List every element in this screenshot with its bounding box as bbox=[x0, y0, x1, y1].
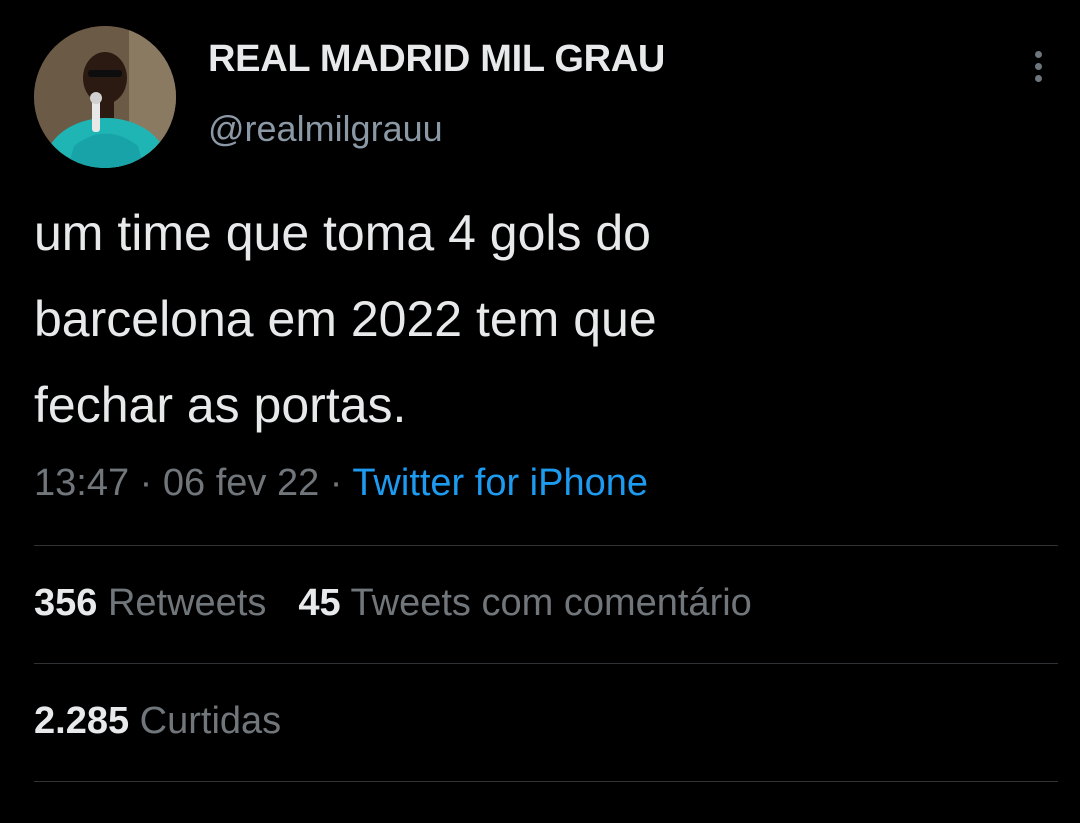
author-avatar[interactable] bbox=[34, 26, 176, 168]
tweet-text-line: fechar as portas. bbox=[34, 377, 407, 433]
tweet-text-line: barcelona em 2022 tem que bbox=[34, 291, 657, 347]
engagement-row: 356 Retweets 45 Tweets com comentário bbox=[34, 582, 752, 625]
dot bbox=[1034, 62, 1042, 70]
quotes-count: 45 bbox=[298, 582, 341, 624]
tweet-source-link[interactable]: Twitter for iPhone bbox=[352, 462, 648, 504]
dot bbox=[1034, 74, 1042, 82]
likes-count: 2.285 bbox=[34, 700, 130, 742]
divider bbox=[34, 545, 1058, 546]
author-handle[interactable]: @realmilgrauu bbox=[208, 108, 443, 150]
retweets-count: 356 bbox=[34, 582, 98, 624]
avatar-image bbox=[34, 26, 176, 168]
dot bbox=[1034, 50, 1042, 58]
likes-row: 2.285 Curtidas bbox=[34, 700, 281, 743]
likes-label: Curtidas bbox=[139, 700, 282, 742]
quote-tweets-stat[interactable]: 45 Tweets com comentário bbox=[298, 582, 751, 624]
separator: · bbox=[139, 462, 153, 504]
quotes-label: Tweets com comentário bbox=[350, 582, 752, 624]
tweet-text-line: um time que toma 4 gols do bbox=[34, 205, 651, 261]
likes-stat[interactable]: 2.285 Curtidas bbox=[34, 700, 281, 742]
divider bbox=[34, 781, 1058, 782]
tweet-metadata: 13:47 · 06 fev 22 · Twitter for iPhone bbox=[34, 462, 648, 505]
tweet-time[interactable]: 13:47 bbox=[34, 462, 129, 504]
divider bbox=[34, 663, 1058, 664]
tweet-text: um time que toma 4 gols do barcelona em … bbox=[34, 190, 1034, 448]
retweets-stat[interactable]: 356 Retweets bbox=[34, 582, 266, 624]
author-display-name[interactable]: REAL MADRID MIL GRAU bbox=[208, 38, 665, 81]
more-vertical-icon[interactable] bbox=[1022, 44, 1054, 88]
separator: · bbox=[329, 462, 343, 504]
tweet-date[interactable]: 06 fev 22 bbox=[163, 462, 319, 504]
tweet-card: REAL MADRID MIL GRAU @realmilgrauu um ti… bbox=[0, 0, 1080, 823]
retweets-label: Retweets bbox=[107, 582, 267, 624]
